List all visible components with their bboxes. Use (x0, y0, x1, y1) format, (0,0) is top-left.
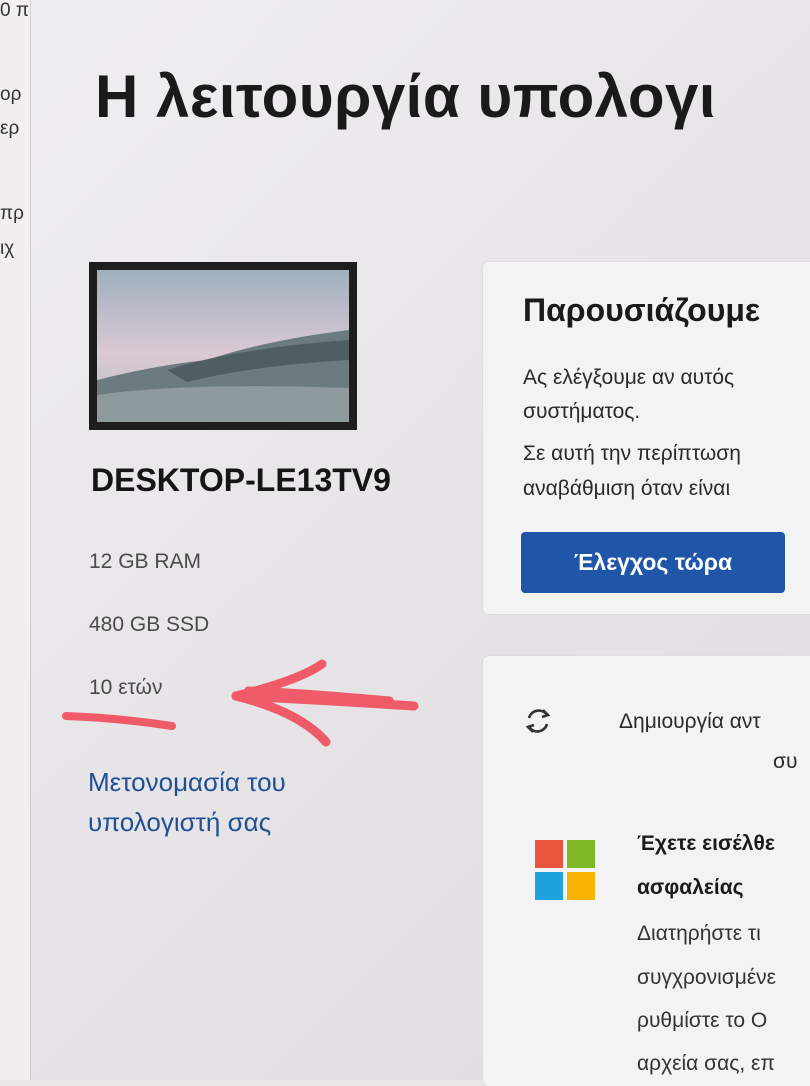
backup-header-text: συ (773, 750, 798, 773)
background-window-strip: 0 π ορ ερ πρ ιχ (0, 0, 31, 1080)
logo-square-blue (535, 872, 563, 900)
logo-square-red (535, 840, 563, 868)
device-name: DESKTOP-LE13TV9 (91, 462, 391, 498)
backup-header-text: Δημιουργία αντ (619, 710, 761, 733)
pc-health-page: Η λειτουργία υπολογι DESKTOP-LE13TV9 12 … (31, 0, 810, 1086)
spec-age: 10 ετών (89, 676, 163, 699)
intro-card-title: Παρουσιάζουμε (523, 292, 761, 328)
background-text-fragment: ιχ (0, 238, 15, 259)
device-thumbnail (89, 262, 357, 430)
intro-card-text: συστήματος. (523, 400, 641, 423)
backup-bold-text: Έχετε εισέλθε (637, 832, 775, 855)
logo-square-yellow (567, 872, 595, 900)
rename-pc-link[interactable]: Μετονομασία του υπολογιστή σας (88, 762, 378, 842)
background-text-fragment: ορ (0, 84, 22, 105)
rename-link-line: υπολογιστή σας (88, 807, 272, 837)
intro-card-text: αναβάθμιση όταν είναι (523, 477, 731, 500)
intro-card-text: Ας ελέγξουμε αν αυτός (523, 366, 735, 389)
sync-icon (525, 709, 551, 733)
backup-body-text: ρυθμίστε το Ο (637, 1009, 768, 1032)
background-text-fragment: πρ (0, 203, 24, 224)
background-text-fragment: ερ (0, 118, 20, 139)
page-title: Η λειτουργία υπολογι (95, 63, 717, 130)
backup-body-text: συγχρονισμένε (637, 966, 777, 989)
logo-square-green (567, 840, 595, 868)
backup-body-text: αρχεία σας, επ (637, 1052, 775, 1075)
check-now-button[interactable]: Έλεγχος τώρα (521, 532, 785, 593)
wallpaper-image (97, 270, 349, 422)
intro-card: Παρουσιάζουμε Ας ελέγξουμε αν αυτός συστ… (483, 262, 810, 614)
spec-storage: 480 GB SSD (89, 613, 210, 636)
backup-bold-text: ασφαλείας (637, 876, 744, 899)
backup-card: Δημιουργία αντ συ Έχετε εισέλθε ασφαλεία… (483, 656, 810, 1086)
rename-link-line: Μετονομασία του (88, 767, 286, 797)
backup-body-text: Διατηρήστε τι (637, 922, 761, 945)
background-text-fragment: 0 π (0, 0, 29, 21)
microsoft-logo-icon (535, 840, 595, 900)
intro-card-text: Σε αυτή την περίπτωση (523, 442, 741, 465)
spec-ram: 12 GB RAM (89, 550, 202, 573)
